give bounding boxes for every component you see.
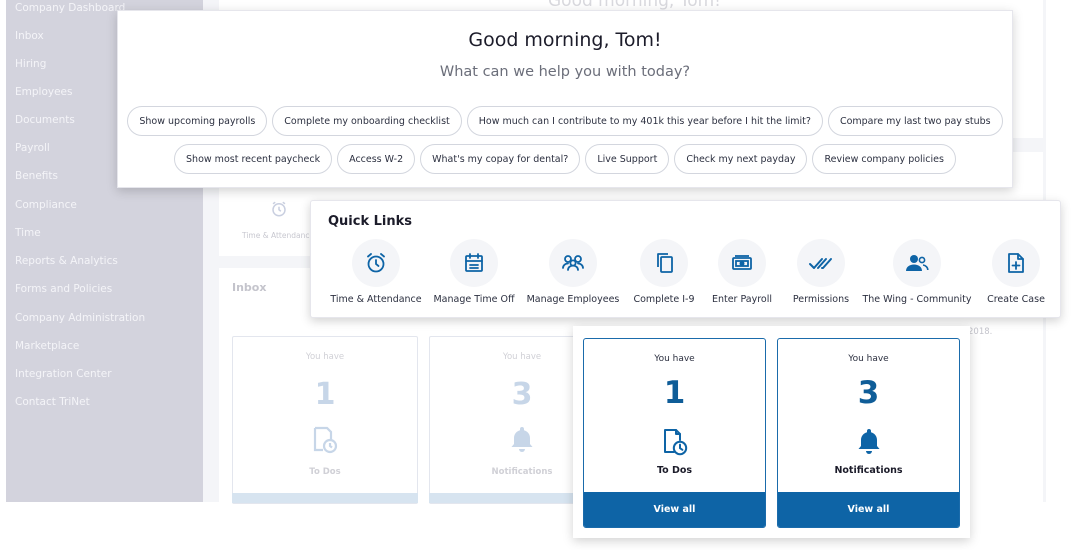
todo-document-clock-icon [584,427,765,461]
background-tile-bar [232,493,418,503]
dashboard-screenshot: Company Dashboard Inbox Hiring Employees… [0,0,1080,550]
todos-view-all-button[interactable]: View all [584,492,765,527]
chip-compare-pay-stubs[interactable]: Compare my last two pay stubs [827,106,1003,136]
people-group-icon [549,239,597,287]
money-bill-icon [718,239,766,287]
sidebar-item-hiring[interactable]: Hiring [15,58,46,70]
todos-tile: You have 1 To Dos View all [583,338,766,528]
double-check-icon [797,239,845,287]
copy-documents-icon [640,239,688,287]
chip-show-upcoming-payrolls[interactable]: Show upcoming payrolls [127,106,268,136]
suggestion-chip-row: Show most recent paycheck Access W-2 Wha… [118,144,1012,174]
sidebar-item-marketplace[interactable]: Marketplace [15,340,79,352]
quick-link-label: Permissions [792,294,850,305]
chip-access-w2[interactable]: Access W-2 [337,144,416,174]
quick-links-panel: Quick Links Time & Attendance Manage Tim… [310,200,1061,318]
sidebar-item-payroll[interactable]: Payroll [15,142,50,154]
background-inbox-heading: Inbox [232,281,267,294]
sidebar-item-benefits[interactable]: Benefits [15,170,58,182]
todos-count: 1 [663,375,686,411]
calendar-icon [450,239,498,287]
sidebar-item-reports-analytics[interactable]: Reports & Analytics [15,255,118,267]
chip-live-support[interactable]: Live Support [585,144,670,174]
community-icon [893,239,941,287]
quick-link-label: Create Case [987,294,1045,305]
chip-next-payday[interactable]: Check my next payday [674,144,808,174]
sidebar-item-integration-center[interactable]: Integration Center [15,368,112,380]
background-tile-todos: You have 1 To Dos [232,336,418,504]
tile-you-have-label: You have [654,354,695,364]
background-tile-label: To Dos [309,467,341,477]
bell-icon [778,427,959,459]
sidebar-item-forms-policies[interactable]: Forms and Policies [15,283,112,295]
greeting-panel: Good morning, Tom! What can we help you … [117,10,1013,188]
new-document-icon [992,239,1040,287]
background-alarm-clock-icon [270,200,288,222]
notifications-count: 3 [857,375,880,411]
greeting-subtitle: What can we help you with today? [439,64,691,80]
greeting-title: Good morning, Tom! [468,29,662,51]
background-ghost-text: 2018. [968,327,993,337]
chip-show-recent-paycheck[interactable]: Show most recent paycheck [174,144,333,174]
background-tile-count: 1 [314,377,336,412]
sidebar-item-company-administration[interactable]: Company Administration [15,312,145,324]
quick-link-time-attendance[interactable]: Time & Attendance [321,239,431,309]
sidebar-item-compliance[interactable]: Compliance [15,199,77,211]
suggestion-chip-row: Show upcoming payrolls Complete my onboa… [118,106,1012,136]
sidebar-item-time[interactable]: Time [15,227,41,239]
quick-link-manage-time-off[interactable]: Manage Time Off [419,239,529,309]
sidebar-item-company-dashboard[interactable]: Company Dashboard [15,2,125,14]
chip-review-company-policies[interactable]: Review company policies [812,144,956,174]
chip-dental-copay[interactable]: What's my copay for dental? [420,144,581,174]
notifications-label: Notifications [834,465,903,476]
quick-links-title: Quick Links [328,214,413,229]
chip-401k-contribution-limit[interactable]: How much can I contribute to my 401k thi… [466,106,823,136]
notifications-tile: You have 3 Notifications View all [777,338,960,528]
quick-link-label: Manage Time Off [433,294,515,305]
sidebar-item-employees[interactable]: Employees [15,86,72,98]
quick-link-the-wing-community[interactable]: The Wing - Community [862,239,972,309]
quick-link-create-case[interactable]: Create Case [961,239,1071,309]
background-todo-icon [233,425,417,459]
background-quick-link-label: Time & Attendance [242,231,315,240]
alarm-clock-icon [352,239,400,287]
sidebar-item-inbox[interactable]: Inbox [15,30,44,42]
todos-label: To Dos [656,465,693,476]
quick-link-permissions[interactable]: Permissions [766,239,876,309]
notifications-view-all-button[interactable]: View all [778,492,959,527]
background-tile-you-have: You have [305,352,345,362]
sidebar-item-contact-trinet[interactable]: Contact TriNet [15,396,90,408]
inbox-tiles-panel: You have 1 To Dos View all You have 3 No… [573,326,970,538]
tile-you-have-label: You have [848,354,889,364]
sidebar-item-documents[interactable]: Documents [15,114,75,126]
quick-link-label: Time & Attendance [330,294,422,305]
chip-complete-onboarding-checklist[interactable]: Complete my onboarding checklist [272,106,462,136]
quick-link-label: The Wing - Community [862,294,972,305]
